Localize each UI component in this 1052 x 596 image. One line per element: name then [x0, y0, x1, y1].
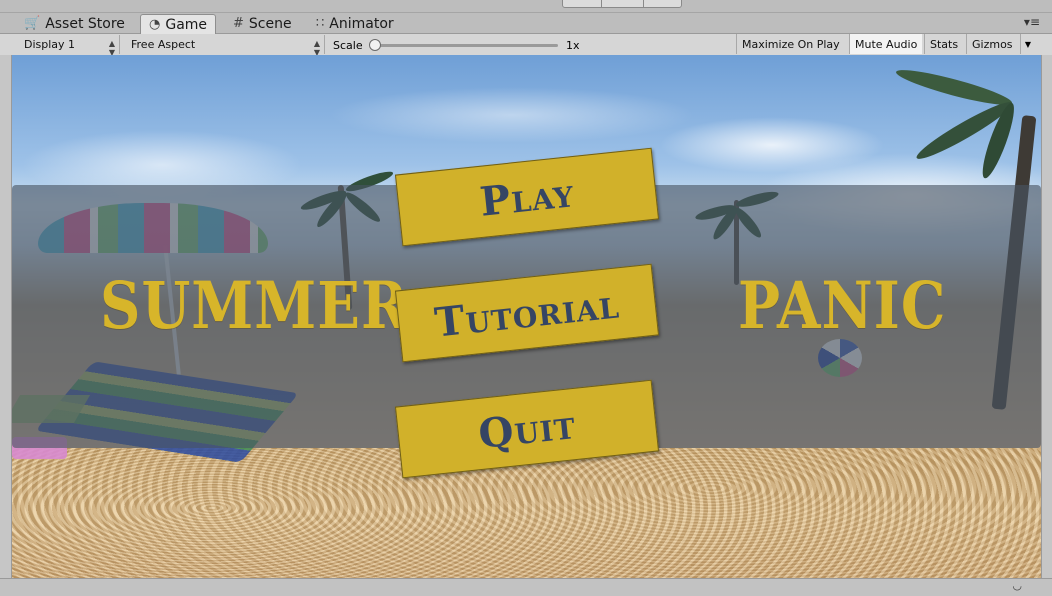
tab-asset-store[interactable]: 🛒 Asset Store	[24, 14, 125, 33]
tab-label: Scene	[248, 15, 292, 32]
scale-label: Scale	[333, 39, 363, 52]
palm-frond	[894, 64, 1015, 111]
display-value: Display 1	[24, 38, 76, 51]
game-viewport[interactable]: SUMMER PANIC Play Tutorial Quit	[12, 55, 1041, 578]
maximize-on-play-button[interactable]: Maximize On Play	[736, 34, 845, 54]
animator-icon: ∷	[316, 16, 325, 31]
tab-animator[interactable]: ∷ Animator	[316, 14, 394, 33]
scene-grid-icon: #	[233, 16, 244, 31]
quit-label: Quit	[476, 400, 578, 458]
tab-label: Game	[165, 16, 208, 33]
tab-label: Animator	[329, 15, 394, 32]
tab-bar: 🛒 Asset Store ◔ Game # Scene ∷ Animator …	[0, 13, 1052, 34]
gizmos-button[interactable]: Gizmos	[966, 34, 1018, 54]
scale-slider-track[interactable]	[374, 44, 558, 47]
aspect-value: Free Aspect	[131, 38, 196, 51]
asset-store-icon: 🛒	[24, 16, 41, 31]
game-icon: ◔	[149, 17, 161, 32]
aspect-dropdown[interactable]: Free Aspect ▲ ▼	[125, 35, 325, 57]
editor-top-strip	[0, 0, 1052, 13]
stats-button[interactable]: Stats	[924, 34, 963, 54]
play-label: Play	[477, 168, 577, 226]
tab-scene[interactable]: # Scene	[233, 14, 292, 33]
gizmos-dropdown-icon[interactable]: ▼	[1020, 34, 1035, 54]
title-summer: SUMMER	[100, 268, 409, 344]
sand-ground	[12, 448, 1041, 578]
play-controls[interactable]	[562, 0, 682, 8]
tab-menu-icon[interactable]: ▾≡	[1024, 15, 1040, 29]
status-bar: ◡	[0, 578, 1052, 596]
mute-audio-button[interactable]: Mute Audio	[849, 34, 923, 54]
scale-slider-handle[interactable]	[369, 39, 381, 51]
status-icon: ◡	[1012, 579, 1022, 592]
right-panel-edge	[1041, 55, 1052, 578]
title-panic: PANIC	[738, 268, 947, 344]
tab-game[interactable]: ◔ Game	[140, 14, 217, 34]
tutorial-label: Tutorial	[432, 279, 622, 347]
tab-label: Asset Store	[45, 15, 125, 32]
scale-value: 1x	[566, 39, 580, 52]
left-panel-edge	[0, 55, 12, 578]
display-dropdown[interactable]: Display 1 ▲ ▼	[18, 35, 120, 57]
